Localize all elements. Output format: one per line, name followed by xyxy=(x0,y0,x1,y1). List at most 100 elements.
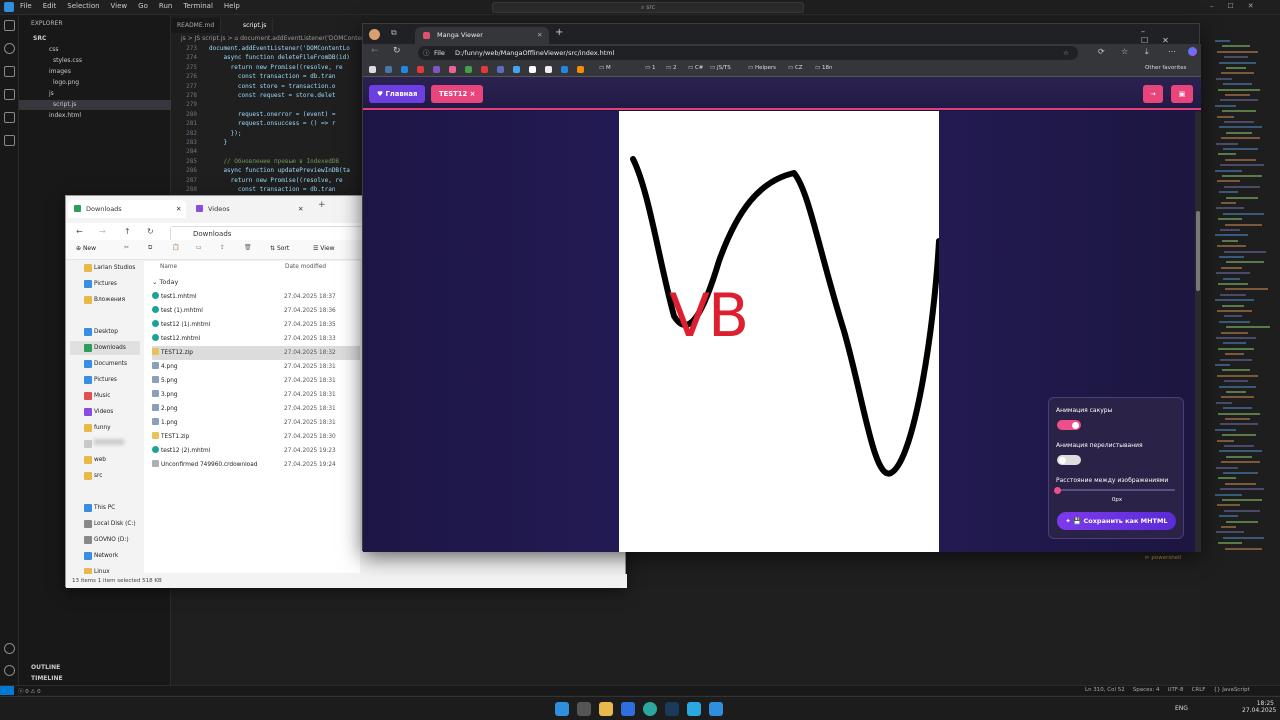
command-center-search[interactable]: ⌕ src xyxy=(492,2,804,13)
tree-item[interactable]: js xyxy=(49,89,54,99)
code-line[interactable]: 276 const transaction = db.tran xyxy=(171,72,335,81)
code-line[interactable]: 288 const transaction = db.tran xyxy=(171,185,335,194)
paste-icon[interactable]: 📋 xyxy=(172,244,179,251)
tree-item[interactable]: SRC xyxy=(33,34,46,44)
encoding[interactable]: UTF-8 xyxy=(1168,687,1184,693)
code-block[interactable]: 273 document.addEventListener('DOMContent… xyxy=(171,44,371,204)
new-tab-button[interactable]: + xyxy=(318,200,326,210)
code-line[interactable]: 274 async function deleteFileFromDB(id) xyxy=(171,53,350,62)
source-control-icon[interactable] xyxy=(4,66,15,77)
tab-downloads[interactable]: Downloads ✕ xyxy=(68,200,186,218)
mail-icon[interactable] xyxy=(621,702,635,716)
bookmark-folder[interactable]: ▭ CZ xyxy=(788,65,803,71)
outline-section[interactable]: OUTLINE xyxy=(31,663,60,673)
sakura-toggle[interactable] xyxy=(1057,420,1081,430)
bookmark-icon[interactable] xyxy=(529,66,536,73)
bookmark-icon[interactable] xyxy=(513,66,520,73)
view-button[interactable]: ☰ View xyxy=(313,245,335,252)
cursor-position[interactable]: Ln 310, Col 52 xyxy=(1085,687,1125,693)
bookmark-folder[interactable]: ▭ JS/TS xyxy=(710,65,731,71)
file-row[interactable]: 1.png 27.04.2025 18:31 xyxy=(152,416,360,430)
remote-icon[interactable] xyxy=(4,112,15,123)
save-mhtml-button[interactable]: ✦ 💾 Сохранить как MHTML xyxy=(1057,512,1176,530)
menu-edit[interactable]: Edit xyxy=(43,2,57,10)
menu-help[interactable]: Help xyxy=(224,2,240,10)
code-line[interactable]: 278 const request = store.delet xyxy=(171,91,335,100)
slider-thumb[interactable] xyxy=(1054,486,1061,494)
browser-tab-manga-viewer[interactable]: Manga Viewer ✕ xyxy=(415,27,549,44)
vscode-icon[interactable] xyxy=(709,702,723,716)
extensions-icon[interactable]: ⟳ xyxy=(1098,47,1105,56)
code-line[interactable]: 284 xyxy=(171,147,209,156)
code-line[interactable]: 283 } xyxy=(171,138,227,147)
tree-item[interactable]: styles.css xyxy=(53,56,82,66)
bookmark-icon[interactable] xyxy=(561,66,568,73)
bookmark-folder[interactable]: ▭ 18n xyxy=(815,65,832,71)
search-icon[interactable] xyxy=(4,43,15,54)
cut-icon[interactable]: ✂ xyxy=(124,244,129,251)
new-tab-button[interactable]: + xyxy=(555,27,563,38)
sidebar-item[interactable]: funny xyxy=(70,421,140,435)
file-row[interactable]: 5.png 27.04.2025 18:31 xyxy=(152,374,360,388)
sidebar-item[interactable]: Pictures xyxy=(70,373,140,387)
tab-readme[interactable]: README.md xyxy=(171,18,222,33)
task-view-icon[interactable] xyxy=(577,702,591,716)
favorites-icon[interactable]: ☆ xyxy=(1121,47,1128,56)
image-icon[interactable]: ▣ xyxy=(1171,85,1193,103)
file-row[interactable]: TEST1.zip 27.04.2025 18:30 xyxy=(152,430,360,444)
edge-icon[interactable] xyxy=(643,702,657,716)
spacing-slider[interactable] xyxy=(1054,486,1175,494)
clock[interactable]: 18:25 27.04.2025 xyxy=(1242,700,1276,714)
sidebar-item[interactable]: Local Disk (C:) xyxy=(70,517,140,531)
tab-actions-icon[interactable]: ⧉ xyxy=(391,28,397,38)
file-row[interactable]: test12 (2).mhtml 27.04.2025 19:23 xyxy=(152,444,360,458)
file-row[interactable]: test12 (1).mhtml 27.04.2025 18:35 xyxy=(152,318,360,332)
sort-button[interactable]: ⇅ Sort xyxy=(270,245,289,252)
sidebar-item[interactable]: Network xyxy=(70,549,140,563)
sidebar-item[interactable]: Вложения xyxy=(70,293,140,307)
run-debug-icon[interactable] xyxy=(4,89,15,100)
bookmark-icon[interactable] xyxy=(545,66,552,73)
file-row[interactable]: 4.png 27.04.2025 18:31 xyxy=(152,360,360,374)
manga-tab-button[interactable]: TEST12 × xyxy=(431,85,484,103)
window-controls[interactable]: –☐✕ xyxy=(1141,27,1199,45)
new-button[interactable]: ⊕ New xyxy=(76,245,96,252)
info-icon[interactable]: ⓘ xyxy=(423,46,430,60)
back-arrow-icon[interactable]: ← xyxy=(76,227,83,236)
tree-item[interactable]: images xyxy=(49,67,71,77)
code-line[interactable]: 287 return new Promise((resolve, re xyxy=(171,176,343,185)
start-icon[interactable] xyxy=(555,702,569,716)
sidebar-item[interactable]: web xyxy=(70,453,140,467)
telegram-icon[interactable] xyxy=(687,702,701,716)
bookmark-icon[interactable] xyxy=(465,66,472,73)
close-icon[interactable]: ✕ xyxy=(176,200,181,218)
bookmark-icon[interactable] xyxy=(577,66,584,73)
home-button[interactable]: ♥ Главная xyxy=(369,85,426,103)
steam-icon[interactable] xyxy=(665,702,679,716)
file-row[interactable]: 2.png 27.04.2025 18:31 xyxy=(152,402,360,416)
language-mode[interactable]: {} JavaScript xyxy=(1213,687,1249,693)
remote-indicator-icon[interactable] xyxy=(0,686,14,695)
share-icon[interactable]: ⇪ xyxy=(220,244,225,251)
code-line[interactable]: 273 document.addEventListener('DOMContent… xyxy=(171,44,350,53)
bookmark-icon[interactable] xyxy=(401,66,408,73)
manga-page[interactable]: VB xyxy=(619,111,942,552)
copy-icon[interactable]: ⧉ xyxy=(148,244,152,252)
bookmark-icon[interactable] xyxy=(369,66,376,73)
gear-icon[interactable] xyxy=(4,665,15,676)
arrow-icon[interactable]: ⇢ xyxy=(1143,85,1163,103)
file-row[interactable]: test1.mhtml 27.04.2025 18:37 xyxy=(152,290,360,304)
sidebar-item[interactable]: Videos xyxy=(70,405,140,419)
back-arrow-icon[interactable]: ← xyxy=(371,46,379,56)
menu-file[interactable]: File xyxy=(20,2,32,10)
bookmark-folder[interactable]: ▭ M xyxy=(599,65,611,71)
bookmark-icon[interactable] xyxy=(449,66,456,73)
tab-script[interactable]: script.js xyxy=(237,18,274,33)
sidebar-item[interactable]: This PC xyxy=(70,501,140,515)
sidebar-item[interactable]: Downloads xyxy=(70,341,140,355)
forward-arrow-icon[interactable]: → xyxy=(99,227,106,236)
bookmark-folder[interactable]: ▭ 2 xyxy=(666,65,676,71)
download-icon[interactable]: ⤓ xyxy=(1145,47,1149,57)
sidebar-item[interactable]: src xyxy=(70,469,140,483)
code-line[interactable]: 275 return new Promise((resolve, re xyxy=(171,63,343,72)
